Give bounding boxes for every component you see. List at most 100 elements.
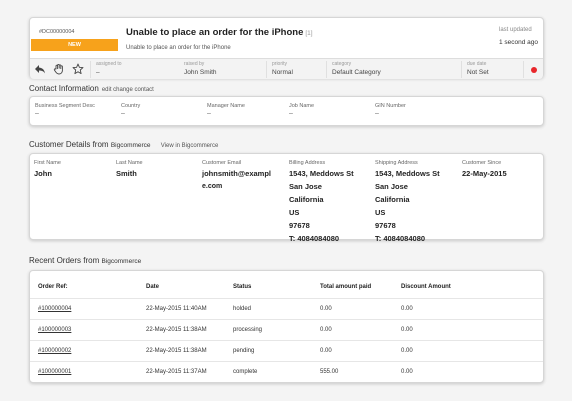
- due-date-label: due date: [467, 61, 487, 67]
- ticket-title: Unable to place an order for the iPhone[…: [126, 27, 313, 38]
- reply-button[interactable]: [31, 61, 49, 77]
- first-name-value: John: [34, 169, 52, 178]
- order-status: complete: [233, 369, 258, 375]
- star-button[interactable]: [69, 61, 87, 77]
- ticket-count: [1]: [305, 30, 313, 37]
- order-status: holded: [233, 306, 252, 312]
- last-updated-value: 1 second ago: [499, 39, 539, 46]
- contact-col-job: Job Name –: [289, 103, 314, 117]
- last-name-value: Smith: [116, 169, 137, 178]
- priority-value: Normal: [272, 69, 293, 76]
- table-row[interactable]: #100000004 22-May-2015 11:40AM holded 0.…: [30, 298, 543, 319]
- col-header-order-ref: Order Ref:: [38, 284, 68, 290]
- billing-line: 1543, Meddows St: [289, 169, 354, 178]
- order-total: 0.00: [320, 327, 332, 333]
- job-name-value: –: [289, 110, 293, 117]
- billing-line: California: [289, 195, 324, 204]
- billing-address-col: Billing Address 1543, Meddows St San Jos…: [289, 160, 354, 245]
- priority-dot-icon: [531, 67, 537, 73]
- table-row[interactable]: #100000002 22-May-2015 11:38AM pending 0…: [30, 340, 543, 361]
- order-ref-link[interactable]: #100000002: [38, 348, 71, 354]
- contact-col-manager: Manager Name –: [207, 103, 245, 117]
- contact-title: Contact Information: [29, 84, 99, 93]
- business-segment-label: Business Segment Desc: [35, 103, 95, 109]
- category-label: category: [332, 61, 352, 67]
- last-name-col: Last Name Smith: [116, 160, 143, 180]
- category-field[interactable]: category Default Category: [326, 61, 461, 78]
- order-date: 22-May-2015 11:40AM: [146, 306, 207, 312]
- shipping-address-col: Shipping Address 1543, Meddows St San Jo…: [375, 160, 440, 245]
- business-segment-value: –: [35, 110, 39, 117]
- billing-line: 97678: [289, 221, 310, 230]
- order-status: pending: [233, 348, 255, 354]
- orders-title: Recent Orders from: [29, 256, 100, 265]
- order-discount: 0.00: [401, 369, 413, 375]
- view-in-bigcommerce-link[interactable]: View in Bigcommerce: [161, 143, 219, 149]
- edit-contact-link[interactable]: edit change contact: [102, 87, 154, 93]
- shipping-line: San Jose: [375, 182, 408, 191]
- customer-since-col: Customer Since 22-May-2015: [462, 160, 507, 180]
- contact-info-card: Business Segment Desc – Country – Manage…: [29, 96, 544, 126]
- last-updated-label: last updated: [499, 27, 532, 33]
- category-value: Default Category: [332, 69, 381, 76]
- last-name-label: Last Name: [116, 160, 143, 166]
- due-date-field[interactable]: due date Not Set: [461, 61, 523, 78]
- order-date: 22-May-2015 11:38AM: [146, 327, 207, 333]
- manager-name-value: –: [207, 110, 211, 117]
- priority-label: priority: [272, 61, 288, 67]
- manager-name-label: Manager Name: [207, 103, 245, 109]
- col-header-discount: Discount Amount: [401, 284, 451, 290]
- ticket-header: #DC00000004 NEW Unable to place an order…: [29, 17, 544, 79]
- billing-line: T: 4084084080: [289, 234, 340, 243]
- ticket-description: Unable to place an order for the iPhone: [126, 45, 231, 51]
- shipping-line: 97678: [375, 221, 396, 230]
- hand-icon: [53, 63, 63, 75]
- email-col: Customer Email johnsmith@exampl e.com: [202, 160, 271, 193]
- job-name-label: Job Name: [289, 103, 315, 109]
- star-icon: [72, 63, 84, 75]
- order-ref-link[interactable]: #100000003: [38, 327, 71, 333]
- order-date: 22-May-2015 11:38AM: [146, 348, 207, 354]
- order-total: 555.00: [320, 369, 339, 375]
- ticket-id: #DC00000004: [39, 29, 75, 35]
- status-badge: NEW: [31, 39, 118, 51]
- table-row[interactable]: #100000001 22-May-2015 11:37AM complete …: [30, 361, 543, 382]
- email-label: Customer Email: [202, 160, 242, 166]
- order-discount: 0.00: [401, 306, 413, 312]
- billing-line: San Jose: [289, 182, 322, 191]
- customer-brand: Bigcommerce: [110, 142, 151, 149]
- order-discount: 0.00: [401, 348, 413, 354]
- shipping-line: US: [375, 208, 386, 217]
- table-row[interactable]: #100000003 22-May-2015 11:38AM processin…: [30, 319, 543, 340]
- billing-address-label: Billing Address: [289, 160, 326, 166]
- recent-orders-table: Order Ref: Date Status Total amount paid…: [29, 270, 544, 383]
- col-header-status: Status: [233, 284, 252, 290]
- shipping-line: 1543, Meddows St: [375, 169, 440, 178]
- order-ref-link[interactable]: #100000004: [38, 306, 71, 312]
- first-name-label: First Name: [34, 160, 61, 166]
- order-total: 0.00: [320, 348, 332, 354]
- country-label: Country: [121, 103, 141, 109]
- ticket-toolbar: assigned to – raised by John Smith prior…: [30, 58, 543, 79]
- customer-section-heading: Customer Details from Bigcommerce View i…: [29, 140, 218, 149]
- shipping-line: California: [375, 195, 410, 204]
- orders-brand: Bigcommerce: [101, 258, 142, 265]
- email-value-line1: johnsmith@exampl: [202, 169, 271, 178]
- reply-arrow-icon: [35, 65, 45, 74]
- priority-field[interactable]: priority Normal: [266, 61, 326, 78]
- contact-col-business-segment: Business Segment Desc –: [35, 103, 95, 117]
- country-value: –: [121, 110, 125, 117]
- shipping-line: T: 4084084080: [375, 234, 426, 243]
- col-header-total: Total amount paid: [320, 284, 372, 290]
- grab-button[interactable]: [50, 61, 68, 77]
- gin-number-label: GIN Number: [375, 103, 406, 109]
- order-ref-link[interactable]: #100000001: [38, 369, 71, 375]
- email-value-line2: e.com: [202, 183, 223, 190]
- order-status: processing: [233, 327, 263, 333]
- contact-col-country: Country –: [121, 103, 140, 117]
- customer-details-card: First Name John Last Name Smith Customer…: [29, 153, 544, 243]
- customer-since-label: Customer Since: [462, 160, 502, 166]
- gin-number-value: –: [375, 110, 379, 117]
- customer-since-value: 22-May-2015: [462, 169, 507, 178]
- contact-col-gin: GIN Number –: [375, 103, 406, 117]
